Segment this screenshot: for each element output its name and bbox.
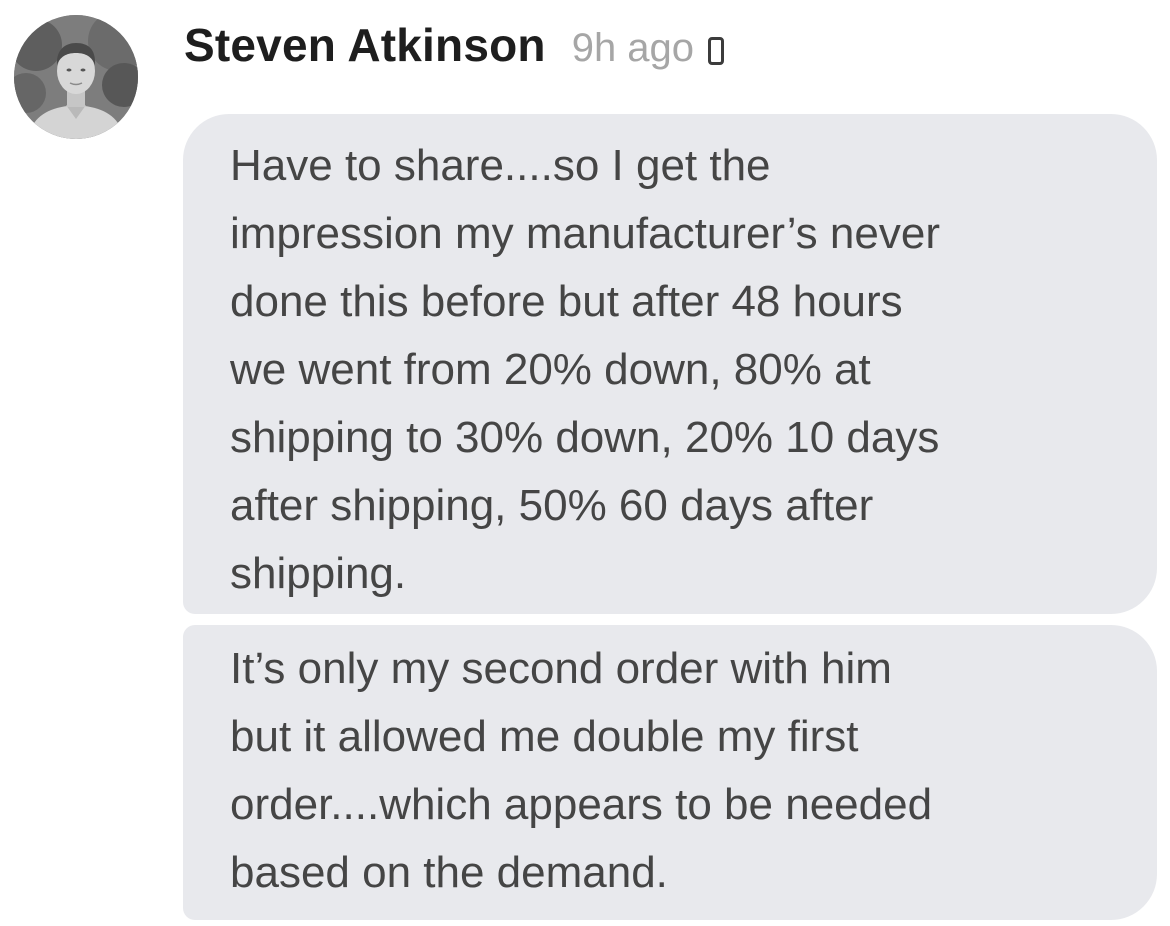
message-line: impression my manufacturer’s never [230, 209, 940, 258]
message-line: done this before but after 48 hours [230, 277, 903, 326]
message-line: but it allowed me double my first [230, 712, 859, 761]
message-line: Have to share....so I get the [230, 141, 771, 190]
message-line: we went from 20% down, 80% at [230, 345, 871, 394]
message-line: It’s only my second order with him [230, 644, 892, 693]
mobile-device-icon [708, 37, 725, 65]
message-line: after shipping, 50% 60 days after [230, 481, 874, 530]
message-header: Steven Atkinson 9h ago [184, 18, 725, 78]
message-line: shipping. [230, 549, 407, 598]
message-bubble[interactable]: Have to share....so I get the impression… [183, 114, 1157, 614]
avatar[interactable] [14, 15, 138, 139]
message-line: order....which appears to be needed [230, 780, 933, 829]
message-bubble[interactable]: It’s only my second order with him but i… [183, 625, 1157, 920]
author-name[interactable]: Steven Atkinson [184, 18, 546, 72]
avatar-photo [14, 15, 138, 139]
message-group: Steven Atkinson 9h ago Have to share....… [0, 0, 1170, 926]
timestamp: 9h ago [571, 26, 695, 70]
message-line: shipping to 30% down, 20% 10 days [230, 413, 940, 462]
message-line: based on the demand. [230, 848, 668, 897]
